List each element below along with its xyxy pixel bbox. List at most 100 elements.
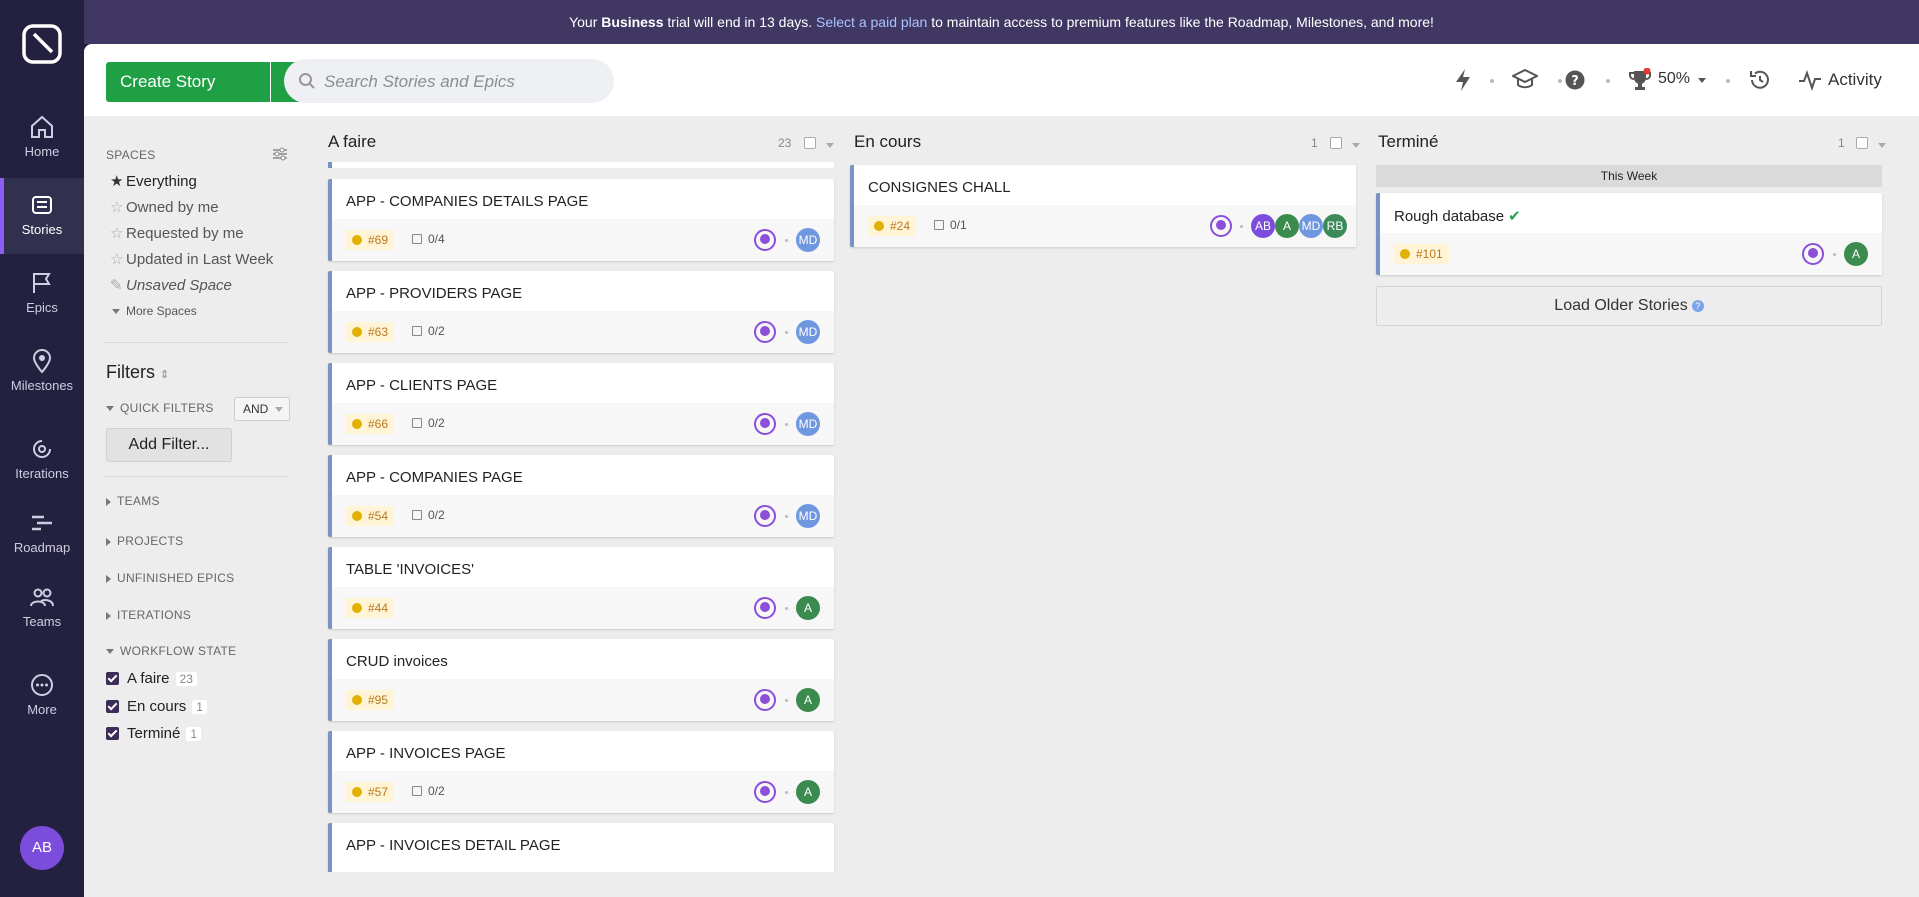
workflow-termine[interactable]: Terminé 1 <box>106 725 202 742</box>
space-requested-by-me[interactable]: ☆ Requested by me <box>110 224 244 242</box>
story-id-badge[interactable]: #24 <box>868 216 917 236</box>
iterations-section-toggle[interactable]: ITERATIONS <box>106 608 191 622</box>
story-id-badge[interactable]: #101 <box>1394 244 1449 264</box>
story-id-badge[interactable]: #44 <box>346 598 395 618</box>
space-unsaved[interactable]: ✎ Unsaved Space <box>110 276 232 294</box>
progress-percent[interactable]: 50% <box>1658 70 1690 88</box>
teams-section-toggle[interactable]: TEAMS <box>106 494 160 508</box>
filters-title[interactable]: Filters ⇕ <box>106 362 169 383</box>
progress-dropdown-caret[interactable] <box>1698 78 1706 83</box>
story-card[interactable]: APP - COMPANIES PAGE #54 0/2 MD <box>328 455 834 537</box>
column-a-faire-list[interactable]: APP - COMPANIES DETAILS PAGE #69 0/4 MD … <box>322 162 842 872</box>
space-settings-icon[interactable] <box>272 146 288 162</box>
column-select-checkbox[interactable] <box>1856 137 1868 149</box>
owner-avatar[interactable]: RB <box>1323 214 1347 238</box>
activity-icon[interactable] <box>1798 68 1822 92</box>
checkbox-checked[interactable] <box>106 727 119 740</box>
section-label: UNFINISHED EPICS <box>117 571 235 585</box>
more-spaces-toggle[interactable]: More Spaces <box>112 304 197 318</box>
nav-milestones[interactable]: Milestones <box>0 334 84 410</box>
lightning-icon[interactable] <box>1452 68 1474 92</box>
column-menu-caret[interactable] <box>1878 143 1886 148</box>
unfinished-epics-toggle[interactable]: UNFINISHED EPICS <box>106 571 234 585</box>
nav-epics[interactable]: Epics <box>0 256 84 332</box>
follower-icon[interactable] <box>754 597 776 619</box>
story-card[interactable]: Rough database ✔ #101 A <box>1376 193 1882 275</box>
story-card[interactable]: TABLE 'INVOICES' #44 A <box>328 547 834 629</box>
nav-home[interactable]: Home <box>0 100 84 176</box>
search-icon <box>299 73 315 89</box>
owner-avatar[interactable]: A <box>796 688 820 712</box>
story-card[interactable]: APP - COMPANIES DETAILS PAGE #69 0/4 MD <box>328 179 834 261</box>
owner-avatar[interactable]: MD <box>796 228 820 252</box>
select-plan-link[interactable]: Select a paid plan <box>816 14 927 30</box>
follower-icon[interactable] <box>754 413 776 435</box>
and-select[interactable]: AND <box>234 397 290 421</box>
story-card[interactable]: APP - PROVIDERS PAGE #63 0/2 MD <box>328 271 834 353</box>
owner-avatar[interactable]: MD <box>796 412 820 436</box>
workflow-count: 1 <box>186 727 202 741</box>
owner-avatar[interactable]: MD <box>796 320 820 344</box>
history-icon[interactable] <box>1748 68 1772 92</box>
help-circle-icon[interactable]: ? <box>1564 68 1586 92</box>
story-card[interactable]: APP - INVOICES PAGE #57 0/2 A <box>328 731 834 813</box>
story-id-badge[interactable]: #95 <box>346 690 395 710</box>
follower-icon[interactable] <box>754 229 776 251</box>
follower-icon[interactable] <box>1210 215 1232 237</box>
create-story-button[interactable]: Create Story <box>106 62 270 102</box>
story-id-badge[interactable]: #63 <box>346 322 395 342</box>
nav-stories[interactable]: Stories <box>0 178 84 254</box>
checkbox-checked[interactable] <box>106 700 119 713</box>
story-id-badge[interactable]: #54 <box>346 506 395 526</box>
help-icon[interactable]: ? <box>1691 300 1704 312</box>
space-owned-by-me[interactable]: ☆ Owned by me <box>110 198 219 216</box>
column-menu-caret[interactable] <box>826 143 834 148</box>
nav-iterations[interactable]: Iterations <box>0 422 84 498</box>
separator-dot <box>1833 253 1836 256</box>
story-card[interactable]: APP - CLIENTS PAGE #66 0/2 MD <box>328 363 834 445</box>
add-filter-button[interactable]: Add Filter... <box>106 428 232 462</box>
owner-avatar[interactable]: AB <box>1251 214 1275 238</box>
follower-icon[interactable] <box>754 321 776 343</box>
trophy-icon[interactable] <box>1628 68 1652 92</box>
owner-avatar[interactable]: A <box>796 780 820 804</box>
nav-more[interactable]: More <box>0 658 84 734</box>
projects-section-toggle[interactable]: PROJECTS <box>106 534 183 548</box>
workflow-a-faire[interactable]: A faire 23 <box>106 670 197 687</box>
shortcut-logo-icon[interactable] <box>20 22 64 66</box>
owner-avatar[interactable]: A <box>796 596 820 620</box>
story-card[interactable]: APP - INVOICES DETAIL PAGE <box>328 823 834 872</box>
owner-avatar[interactable]: A <box>1844 242 1868 266</box>
load-older-stories-button[interactable]: Load Older Stories? <box>1376 286 1882 326</box>
nav-teams[interactable]: Teams <box>0 570 84 646</box>
follower-icon[interactable] <box>754 505 776 527</box>
follower-icon[interactable] <box>754 689 776 711</box>
column-select-checkbox[interactable] <box>804 137 816 149</box>
quick-filters-toggle[interactable]: QUICK FILTERS <box>106 401 214 415</box>
story-id-badge[interactable]: #69 <box>346 230 395 250</box>
story-card[interactable]: CONSIGNES CHALL #24 0/1 AB A MD RB <box>850 165 1356 247</box>
owner-avatar[interactable]: A <box>1275 214 1299 238</box>
banner-mid: trial will end in 13 days. <box>663 14 817 30</box>
column-select-checkbox[interactable] <box>1330 137 1342 149</box>
story-id-badge[interactable]: #57 <box>346 782 395 802</box>
owner-avatar[interactable]: MD <box>1299 214 1323 238</box>
user-avatar[interactable]: AB <box>20 826 64 870</box>
story-id-badge[interactable]: #66 <box>346 414 395 434</box>
follower-icon[interactable] <box>1802 243 1824 265</box>
owner-avatar[interactable]: MD <box>796 504 820 528</box>
workflow-state-toggle[interactable]: WORKFLOW STATE <box>106 644 236 658</box>
story-card[interactable]: CRUD invoices #95 A <box>328 639 834 721</box>
checkbox-checked[interactable] <box>106 672 119 685</box>
space-updated-last-week[interactable]: ☆ Updated in Last Week <box>110 250 273 268</box>
workflow-en-cours[interactable]: En cours 1 <box>106 698 207 715</box>
follower-icon[interactable] <box>754 781 776 803</box>
separator-dot <box>785 791 788 794</box>
activity-label[interactable]: Activity <box>1828 70 1882 90</box>
graduation-cap-icon[interactable] <box>1512 68 1538 92</box>
story-footer: #54 0/2 MD <box>332 495 834 537</box>
column-menu-caret[interactable] <box>1352 143 1360 148</box>
search-input[interactable]: Search Stories and Epics <box>284 59 614 103</box>
nav-roadmap[interactable]: Roadmap <box>0 496 84 572</box>
space-everything[interactable]: ★ Everything <box>110 172 197 190</box>
